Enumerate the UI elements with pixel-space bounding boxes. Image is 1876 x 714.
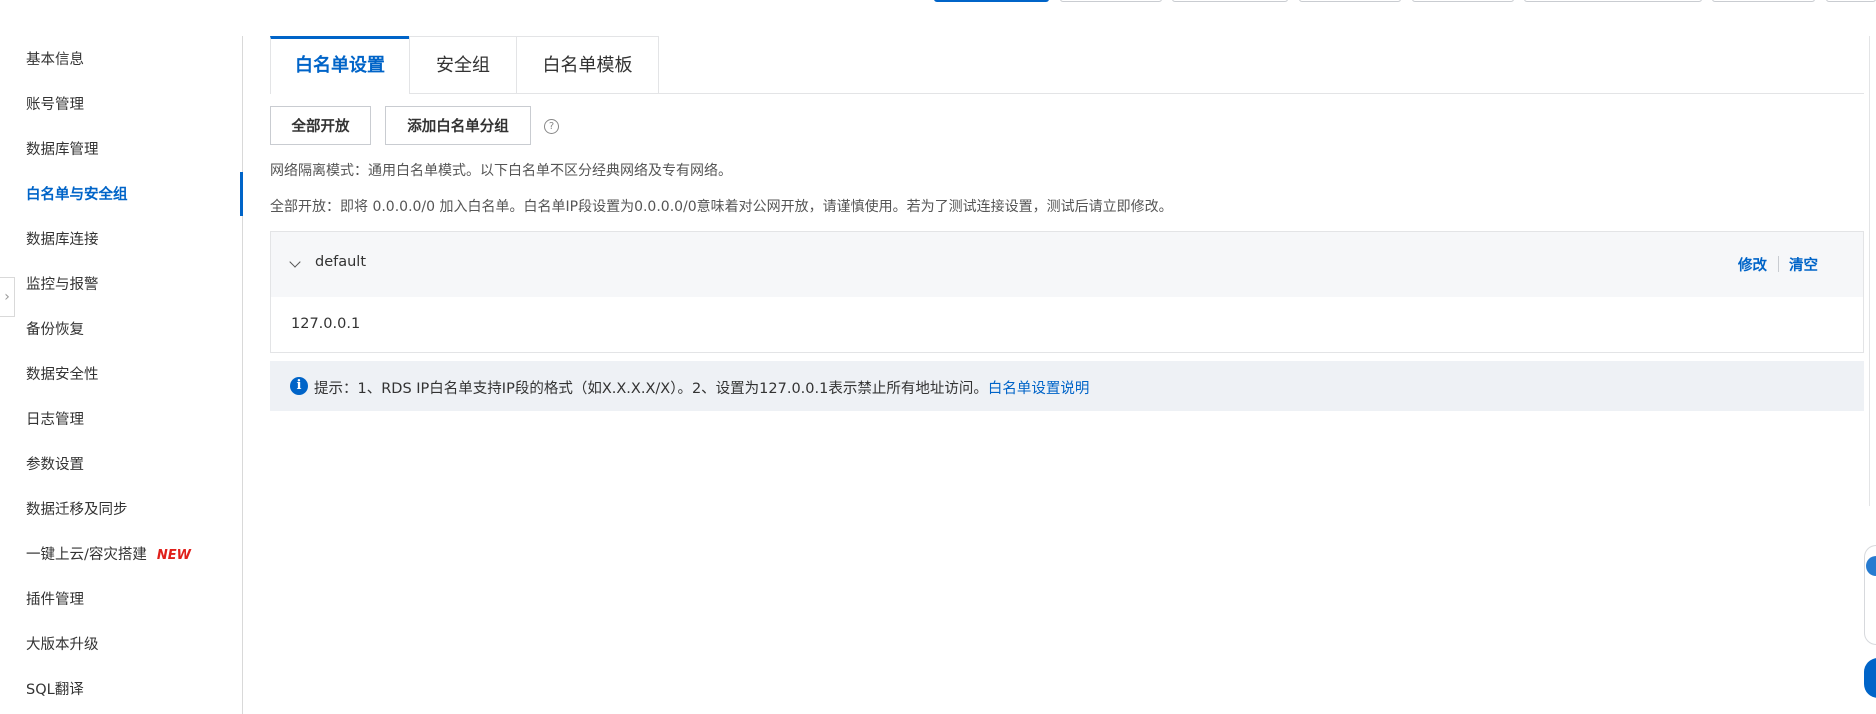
chevron-down-icon[interactable] — [289, 256, 301, 268]
open-all-warning-text: 全部开放：即将 0.0.0.0/0 加入白名单。白名单IP段设置为0.0.0.0… — [270, 199, 1173, 215]
network-mode-text: 网络隔离模式：通用白名单模式。以下白名单不区分经典网络及专有网络。 — [270, 163, 732, 179]
toolbar-button[interactable] — [1826, 0, 1876, 2]
sidebar-active-indicator — [240, 172, 243, 216]
whitelist-group-name: default — [315, 254, 367, 270]
sidebar-item-monitoring[interactable]: 监控与报警 — [26, 275, 99, 295]
sidebar-item-data-security[interactable]: 数据安全性 — [26, 365, 99, 385]
sidebar-collapse-handle[interactable]: › — [0, 277, 15, 317]
sidebar-item-whitelist-security-group[interactable]: 白名单与安全组 — [26, 185, 128, 205]
whitelist-ip-list: 127.0.0.1 — [291, 316, 361, 332]
sidebar-item-backup[interactable]: 备份恢复 — [26, 320, 84, 340]
sidebar-item-cloud-dr[interactable]: 一键上云/容灾搭建 NEW — [26, 545, 191, 565]
toolbar-button[interactable] — [1524, 0, 1702, 2]
floating-help-button[interactable] — [1864, 658, 1876, 698]
clear-group-link[interactable]: 清空 — [1789, 254, 1818, 275]
toolbar-button[interactable] — [1299, 0, 1401, 2]
sidebar-item-label: 一键上云/容灾搭建 — [26, 547, 147, 563]
info-icon: i — [290, 377, 308, 395]
sidebar-item-sql-translate[interactable]: SQL翻译 — [26, 680, 84, 700]
toolbar-button[interactable] — [1172, 0, 1288, 2]
sidebar-item-accounts[interactable]: 账号管理 — [26, 95, 84, 115]
sidebar-item-db-connection[interactable]: 数据库连接 — [26, 230, 99, 250]
tab-bar: 白名单设置 安全组 白名单模板 — [270, 36, 1864, 94]
help-icon[interactable]: ? — [544, 119, 559, 134]
open-all-button[interactable]: 全部开放 — [270, 106, 371, 145]
tip-banner: i 提示：1、RDS IP白名单支持IP段的格式（如X.X.X.X/X）。2、设… — [270, 361, 1864, 411]
toolbar-button[interactable] — [1060, 0, 1162, 2]
sidebar-item-databases[interactable]: 数据库管理 — [26, 140, 99, 160]
edit-group-link[interactable]: 修改 — [1738, 254, 1767, 275]
action-divider — [1778, 256, 1779, 272]
tab-whitelist-settings[interactable]: 白名单设置 — [270, 36, 410, 94]
tab-whitelist-template[interactable]: 白名单模板 — [516, 36, 659, 93]
tip-text: 提示：1、RDS IP白名单支持IP段的格式（如X.X.X.X/X）。2、设置为… — [314, 377, 1089, 398]
toolbar-button[interactable] — [1412, 0, 1514, 2]
whitelist-group-header: default 修改 清空 — [271, 232, 1863, 297]
tip-message: 提示：1、RDS IP白名单支持IP段的格式（如X.X.X.X/X）。2、设置为… — [314, 381, 988, 397]
add-whitelist-group-button[interactable]: 添加白名单分组 — [385, 106, 531, 145]
sidebar-item-parameters[interactable]: 参数设置 — [26, 455, 84, 475]
whitelist-group-panel: default 修改 清空 127.0.0.1 — [270, 231, 1864, 353]
right-scrollbar[interactable] — [1869, 36, 1876, 506]
sidebar-item-plugins[interactable]: 插件管理 — [26, 590, 84, 610]
tab-security-group[interactable]: 安全组 — [409, 36, 517, 93]
sidebar-item-logs[interactable]: 日志管理 — [26, 410, 84, 430]
new-badge: NEW — [156, 548, 191, 563]
sidebar-item-major-upgrade[interactable]: 大版本升级 — [26, 635, 99, 655]
toolbar-button[interactable] — [1712, 0, 1815, 2]
chevron-right-icon: › — [4, 289, 10, 305]
toolbar-primary-button[interactable] — [934, 0, 1049, 2]
whitelist-help-link[interactable]: 白名单设置说明 — [988, 381, 1090, 397]
sidebar-item-basic-info[interactable]: 基本信息 — [26, 50, 84, 70]
sidebar-item-migration[interactable]: 数据迁移及同步 — [26, 500, 128, 520]
